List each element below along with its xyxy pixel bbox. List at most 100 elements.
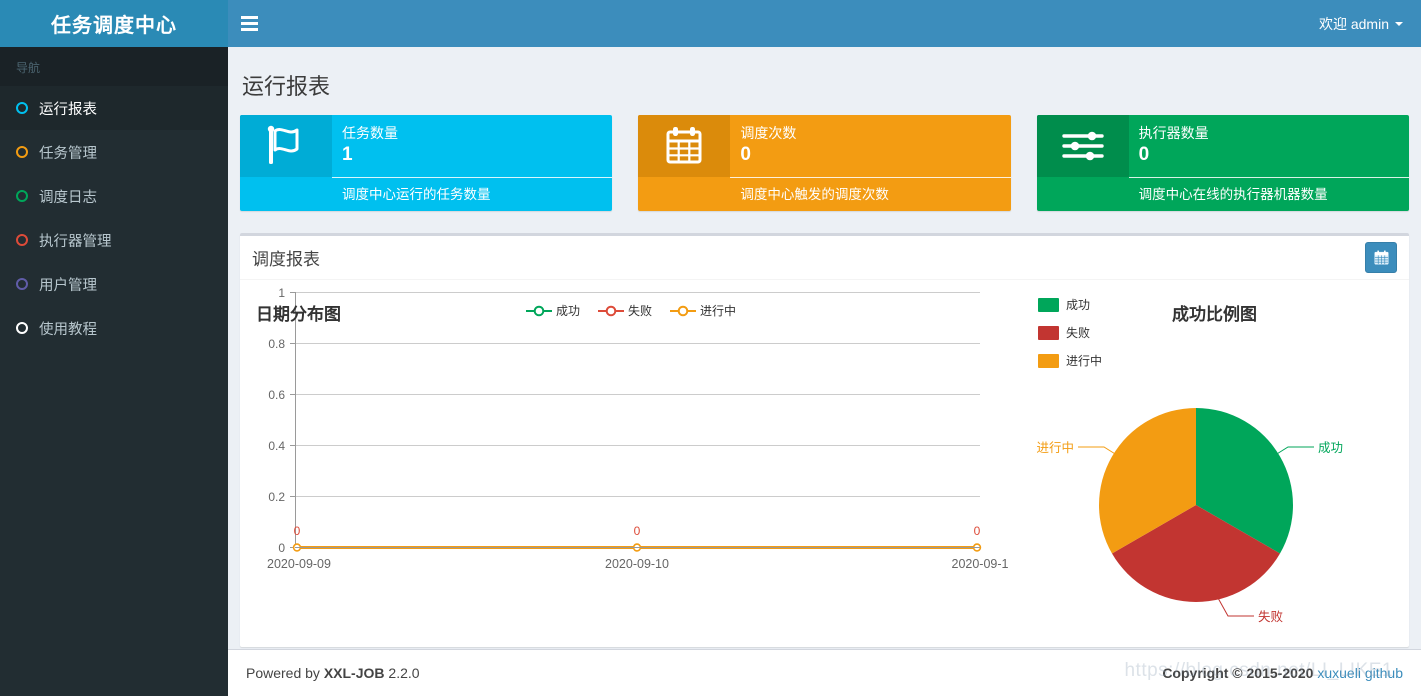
infobox-number: 1 — [342, 144, 353, 165]
y-tick-label: 1 — [278, 286, 285, 300]
infobox-number: 0 — [740, 144, 751, 165]
report-panel: 调度报表 日期分布图 成功 失败 进行中 1 0.8 0.6 0.4 0.2 0… — [240, 233, 1409, 647]
legend-item-success[interactable]: 成功 — [526, 302, 580, 319]
legend-marker-icon — [670, 305, 697, 316]
circle-icon — [16, 190, 28, 202]
sidebar-item-label: 使用教程 — [39, 321, 97, 338]
footer-left: Powered by XXL-JOB 2.2.0 — [246, 665, 420, 681]
infobox-row: 任务数量 1 调度中心运行的任务数量 调度次数 0 调度中心触发的调度次数 执行… — [240, 115, 1409, 211]
infobox-title: 调度次数 — [740, 125, 797, 141]
app-root: 任务调度中心 导航 运行报表 任务管理 调度日志 执行器管理 用户管理 使用教程… — [0, 0, 1421, 696]
legend-label: 进行中 — [700, 304, 737, 318]
circle-icon — [16, 234, 28, 246]
legend-swatch — [1038, 353, 1059, 368]
legend-item-running[interactable]: 进行中 — [670, 302, 736, 319]
infobox-job-count: 任务数量 1 调度中心运行的任务数量 — [240, 115, 613, 211]
main-content: 运行报表 任务数量 1 调度中心运行的任务数量 调度次数 0 调度中心触发的调度… — [228, 47, 1421, 649]
report-panel-header: 调度报表 — [240, 236, 1409, 280]
legend-marker-icon — [598, 305, 625, 316]
sliders-icon — [1036, 115, 1129, 177]
chevron-down-icon — [1395, 21, 1403, 26]
line-chart-legend[interactable]: 成功 失败 进行中 — [526, 302, 736, 319]
infobox-title: 执行器数量 — [1138, 125, 1209, 141]
legend-item-success[interactable]: 成功 — [1038, 296, 1102, 313]
legend-label: 成功 — [556, 304, 581, 318]
legend-label: 成功 — [1066, 298, 1091, 312]
legend-item-running[interactable]: 进行中 — [1038, 352, 1102, 369]
circle-icon — [16, 278, 28, 290]
circle-icon — [16, 102, 28, 114]
sidebar-item-tutorial[interactable]: 使用教程 — [0, 306, 228, 350]
pie-chart-title: 成功比例图 — [1172, 305, 1257, 324]
brand-title: 任务调度中心 — [0, 0, 228, 47]
infobox-executor-count: 执行器数量 0 调度中心在线的执行器机器数量 — [1036, 115, 1409, 211]
circle-icon — [16, 146, 28, 158]
x-tick-label: 2020-09-10 — [605, 557, 669, 571]
legend-swatch — [1038, 325, 1059, 340]
report-panel-body: 日期分布图 成功 失败 进行中 1 0.8 0.6 0.4 0.2 0 0 0 … — [240, 280, 1409, 648]
sidebar-item-label: 调度日志 — [39, 189, 97, 206]
infobox-description: 调度中心运行的任务数量 — [332, 177, 613, 211]
y-tick-label: 0.8 — [268, 337, 285, 351]
line-chart-title: 日期分布图 — [256, 305, 341, 324]
footer-github-link[interactable]: github — [1365, 665, 1403, 681]
legend-item-fail[interactable]: 失败 — [598, 302, 652, 319]
infobox-trigger-count: 调度次数 0 调度中心触发的调度次数 — [638, 115, 1011, 211]
point-label: 0 — [294, 524, 301, 538]
report-panel-title: 调度报表 — [252, 250, 320, 269]
date-distribution-chart[interactable]: 日期分布图 成功 失败 进行中 1 0.8 0.6 0.4 0.2 0 0 0 … — [240, 280, 1022, 648]
footer-right: Copyright © 2015-2020 xuxueli github — [1162, 665, 1403, 681]
point-label: 0 — [974, 524, 981, 538]
infobox-description: 调度中心在线的执行器机器数量 — [1128, 177, 1409, 211]
sidebar-item-reports[interactable]: 运行报表 — [0, 86, 228, 130]
legend-marker-icon — [526, 305, 552, 316]
flag-icon — [240, 115, 332, 177]
pie-label-running: 进行中 — [1036, 440, 1074, 455]
infobox-number: 0 — [1138, 144, 1150, 165]
pie-chart-legend[interactable]: 成功 失败 进行中 — [1038, 296, 1102, 380]
sidebar-item-user-management[interactable]: 用户管理 — [0, 262, 228, 306]
calendar-icon — [638, 115, 731, 177]
user-menu[interactable]: 欢迎 admin — [1319, 14, 1421, 34]
sidebar: 任务调度中心 导航 运行报表 任务管理 调度日志 执行器管理 用户管理 使用教程 — [0, 0, 228, 696]
legend-label: 失败 — [628, 304, 653, 318]
footer-brand: XXL-JOB — [323, 665, 385, 681]
legend-item-fail[interactable]: 失败 — [1038, 324, 1102, 341]
legend-label: 进行中 — [1066, 354, 1103, 368]
sidebar-item-schedule-log[interactable]: 调度日志 — [0, 174, 228, 218]
circle-icon — [16, 322, 28, 334]
success-ratio-chart[interactable]: 成功比例图 成功 失败 进行中 成功 失败 进行中 — [1022, 280, 1421, 648]
legend-label: 失败 — [1066, 326, 1091, 340]
date-range-picker-button[interactable] — [1365, 242, 1397, 273]
footer-author-link[interactable]: xuxueli — [1317, 665, 1361, 681]
sidebar-item-job-management[interactable]: 任务管理 — [0, 130, 228, 174]
page-footer: Powered by XXL-JOB 2.2.0 Copyright © 201… — [228, 649, 1421, 696]
nav-section-header: 导航 — [0, 47, 228, 86]
footer-copyright: Copyright © 2015-2020 — [1162, 665, 1314, 681]
y-tick-label: 0.6 — [268, 388, 285, 402]
y-tick-label: 0.4 — [268, 439, 285, 453]
sidebar-item-label: 用户管理 — [39, 277, 97, 294]
sidebar-nav-list: 运行报表 任务管理 调度日志 执行器管理 用户管理 使用教程 — [0, 86, 228, 350]
sidebar-item-label: 执行器管理 — [39, 233, 112, 250]
sidebar-item-label: 运行报表 — [39, 101, 97, 118]
calendar-icon — [1373, 250, 1389, 265]
pie-label-fail: 失败 — [1258, 609, 1284, 624]
point-label: 0 — [634, 524, 641, 538]
infobox-title: 任务数量 — [342, 125, 398, 141]
y-tick-label: 0 — [278, 541, 285, 555]
line-chart-canvas: 1 0.8 0.6 0.4 0.2 0 0 0 0 2020-09-09 202… — [267, 286, 1009, 571]
infobox-description: 调度中心触发的调度次数 — [730, 177, 1011, 211]
sidebar-item-executor-management[interactable]: 执行器管理 — [0, 218, 228, 262]
hamburger-icon[interactable] — [228, 0, 268, 47]
page-title: 运行报表 — [242, 74, 331, 99]
pie-label-success: 成功 — [1318, 441, 1343, 455]
footer-powered-prefix: Powered by — [246, 665, 320, 681]
top-header: 欢迎 admin — [228, 0, 1421, 47]
footer-version: 2.2.0 — [388, 665, 420, 681]
sidebar-item-label: 任务管理 — [39, 145, 97, 162]
x-tick-label: 2020-09-09 — [267, 557, 331, 571]
y-tick-label: 0.2 — [268, 490, 285, 504]
x-tick-label: 2020-09-1 — [952, 557, 1009, 571]
legend-swatch — [1038, 297, 1059, 312]
